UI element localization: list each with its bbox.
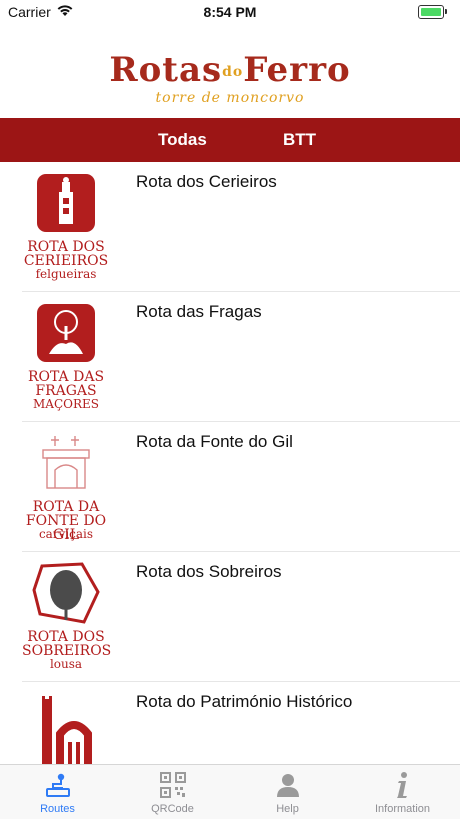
badge-line-1: ROTA DOS <box>27 629 105 645</box>
list-item[interactable]: Rota do Património Histórico <box>0 682 460 764</box>
list-item[interactable]: ROTA DA FONTE DO GIL carviçais Rota da F… <box>0 422 460 552</box>
route-badge: ROTA DOS CERIEIROS felgueiras <box>22 170 110 284</box>
logo-subtitle: torre de moncorvo <box>155 90 305 106</box>
badge-line-3: carviçais <box>38 527 94 541</box>
battery-icon <box>418 5 447 19</box>
logo-title-part-b: Ferro <box>243 50 351 90</box>
route-title: Rota do Património Histórico <box>136 692 353 711</box>
tab-qrcode-label: QRCode <box>151 803 194 815</box>
badge-line-1: ROTA DA <box>32 499 100 515</box>
filter-todas[interactable]: Todas <box>158 118 207 162</box>
route-badge <box>22 690 110 764</box>
filter-bar: Todas BTT <box>0 118 460 162</box>
badge-line-3: MAÇORES <box>33 397 99 411</box>
route-badge: ROTA DOS SOBREIROS lousa <box>22 560 112 674</box>
oak-leaf-icon <box>32 562 100 624</box>
logo-title-part-a: Rotas <box>109 50 223 90</box>
route-title: Rota dos Cerieiros <box>136 172 277 191</box>
route-title: Rota dos Sobreiros <box>136 562 282 581</box>
app-logo: RotasdoFerro torre de moncorvo <box>0 24 460 118</box>
tree-icon <box>37 304 95 362</box>
bottom-tab-bar: Routes QRCode Help Information <box>0 764 460 819</box>
logo-title: RotasdoFerro <box>0 50 460 90</box>
filter-btt[interactable]: BTT <box>283 118 316 162</box>
badge-line-1: ROTA DOS <box>27 239 105 255</box>
list-item[interactable]: ROTA DOS SOBREIROS lousa Rota dos Sobrei… <box>0 552 460 682</box>
castle-tower-icon <box>42 696 92 764</box>
routes-icon <box>46 773 70 797</box>
badge-line-3: lousa <box>49 657 83 671</box>
badge-line-3: felgueiras <box>35 267 97 281</box>
badge-line-2: FRAGAS <box>35 383 97 399</box>
badge-line-2: SOBREIROS <box>22 643 112 659</box>
tab-qrcode[interactable]: QRCode <box>115 765 230 819</box>
tower-icon <box>37 174 95 232</box>
qrcode-icon <box>160 772 186 798</box>
status-time: 8:54 PM <box>203 4 257 20</box>
information-icon <box>397 772 407 798</box>
badge-line-2: CERIEIROS <box>23 253 109 269</box>
badge-line-1: ROTA DAS <box>27 369 105 385</box>
tab-information-label: Information <box>374 803 431 815</box>
logo-title-part-do: do <box>222 64 244 80</box>
tab-help-label: Help <box>276 803 299 815</box>
route-list: ROTA DOS CERIEIROS felgueiras Rota dos C… <box>0 162 460 764</box>
tab-help[interactable]: Help <box>230 765 345 819</box>
tab-routes-label: Routes <box>40 803 75 815</box>
route-badge: ROTA DAS FRAGAS MAÇORES <box>22 300 110 414</box>
help-icon <box>277 774 299 797</box>
route-title: Rota da Fonte do Gil <box>136 432 293 451</box>
route-badge: ROTA DA FONTE DO GIL carviçais <box>22 430 110 544</box>
status-bar: Carrier 8:54 PM <box>0 0 460 24</box>
route-title: Rota das Fragas <box>136 302 262 321</box>
fountain-icon <box>42 436 90 489</box>
list-item[interactable]: ROTA DAS FRAGAS MAÇORES Rota das Fragas <box>0 292 460 422</box>
tab-routes[interactable]: Routes <box>0 765 115 819</box>
tab-information[interactable]: Information <box>345 765 460 819</box>
list-item[interactable]: ROTA DOS CERIEIROS felgueiras Rota dos C… <box>0 162 460 292</box>
